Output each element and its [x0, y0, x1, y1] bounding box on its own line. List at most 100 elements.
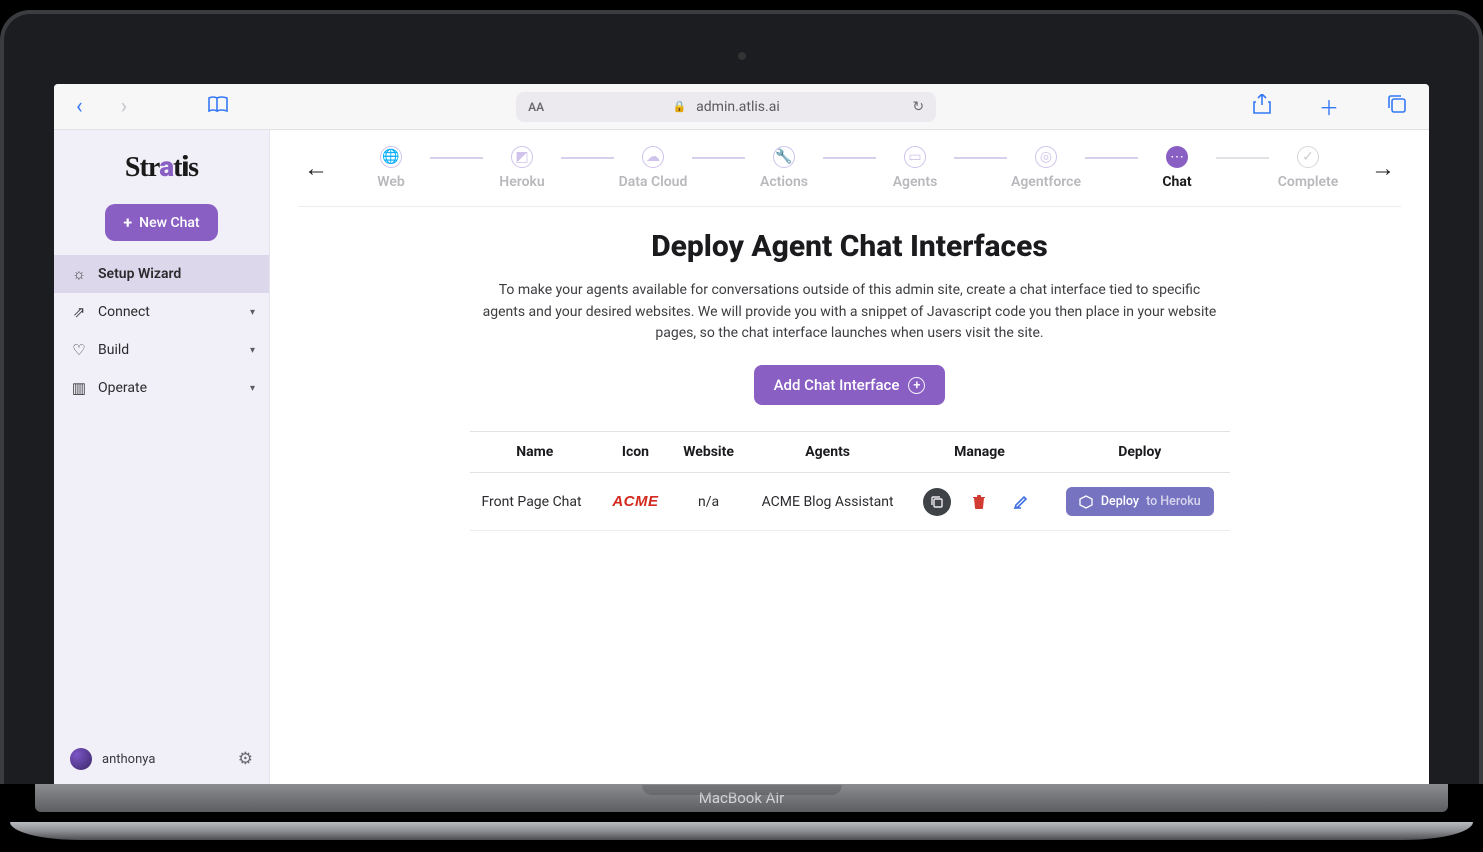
sidebar-item-label: Operate — [98, 380, 147, 396]
chevron-down-icon: ▾ — [250, 345, 255, 356]
laptop-frame: ‹ › AA 🔒 admin.atlis.ai ↻ — [0, 10, 1483, 840]
agentforce-icon: ◎ — [1035, 146, 1057, 168]
new-chat-button[interactable]: + New Chat — [105, 204, 217, 241]
cell-website: n/a — [671, 473, 747, 531]
brand-logo-text: Stratis — [125, 152, 198, 183]
step-connector — [954, 157, 1007, 159]
build-icon: ♡ — [70, 341, 88, 359]
screen: ‹ › AA 🔒 admin.atlis.ai ↻ — [54, 84, 1429, 784]
col-deploy: Deploy — [1050, 432, 1229, 473]
col-website: Website — [671, 432, 747, 473]
step-connector — [561, 157, 614, 159]
sidebar-toggle-icon[interactable] — [207, 94, 229, 119]
add-chat-interface-button[interactable]: Add Chat Interface + — [754, 365, 946, 405]
address-bar-wrap: AA 🔒 admin.atlis.ai ↻ — [259, 92, 1193, 122]
cloud-icon: ☁ — [642, 146, 664, 168]
sidebar-footer: anthonya ⚙ — [54, 734, 269, 784]
page-title: Deploy Agent Chat Interfaces — [358, 229, 1341, 264]
step-connector — [692, 157, 745, 159]
edit-button[interactable] — [1007, 488, 1035, 516]
table-row: Front Page Chat ACME n/a ACME Blog Assis… — [470, 473, 1230, 531]
chat-icon: ⋯ — [1166, 146, 1188, 168]
wizard-steps: 🌐 Web ◩ Heroku ☁ Data Cloud — [344, 146, 1355, 190]
cell-manage — [909, 473, 1050, 531]
chevron-down-icon: ▾ — [250, 307, 255, 318]
add-button-label: Add Chat Interface — [774, 376, 900, 394]
text-size-control[interactable]: AA — [528, 100, 544, 114]
copy-snippet-button[interactable] — [923, 488, 951, 516]
page-description: To make your agents available for conver… — [480, 280, 1220, 345]
wizard-icon: ☼ — [70, 265, 88, 283]
username: anthonya — [102, 752, 155, 767]
globe-icon: 🌐 — [380, 146, 402, 168]
deploy-to-heroku-button[interactable]: Deploy to Heroku — [1066, 487, 1214, 516]
page-content: Deploy Agent Chat Interfaces To make you… — [298, 207, 1401, 531]
url-text: admin.atlis.ai — [696, 99, 780, 115]
forward-button[interactable]: › — [121, 94, 128, 119]
heroku-logo-icon — [1079, 494, 1094, 509]
plus-circle-icon: + — [908, 377, 925, 394]
cell-deploy: Deploy to Heroku — [1050, 473, 1229, 531]
plus-icon: + — [123, 213, 132, 232]
sidebar-item-label: Build — [98, 342, 129, 358]
address-bar[interactable]: AA 🔒 admin.atlis.ai ↻ — [516, 92, 936, 122]
step-connector — [430, 157, 483, 159]
step-connector — [823, 157, 876, 159]
check-icon: ✓ — [1297, 146, 1319, 168]
sidebar-item-build[interactable]: ♡ Build ▾ — [54, 331, 269, 369]
step-datacloud[interactable]: ☁ Data Cloud — [618, 146, 688, 190]
col-manage: Manage — [909, 432, 1050, 473]
step-connector — [1216, 157, 1269, 159]
laptop-foot — [10, 822, 1473, 840]
reload-button[interactable]: ↻ — [912, 99, 924, 115]
step-agentforce[interactable]: ◎ Agentforce — [1011, 146, 1081, 190]
step-heroku[interactable]: ◩ Heroku — [487, 146, 557, 190]
heroku-icon: ◩ — [511, 146, 533, 168]
laptop-notch — [642, 785, 842, 795]
lock-icon: 🔒 — [672, 100, 686, 113]
screen-bezel: ‹ › AA 🔒 admin.atlis.ai ↻ — [0, 10, 1483, 784]
card-icon: ▭ — [904, 146, 926, 168]
cell-name: Front Page Chat — [470, 473, 601, 531]
tabs-button[interactable] — [1387, 94, 1407, 119]
col-icon: Icon — [600, 432, 671, 473]
sidebar-item-setup-wizard[interactable]: ☼ Setup Wizard — [54, 255, 269, 293]
chat-interfaces-table: Name Icon Website Agents Manage Deploy — [470, 431, 1230, 531]
user-avatar[interactable] — [70, 748, 92, 770]
step-actions[interactable]: 🔧 Actions — [749, 146, 819, 190]
operate-icon: ▥ — [70, 379, 88, 397]
sidebar: Stratis + New Chat ☼ Setup Wizard — [54, 130, 270, 784]
logo: Stratis — [54, 130, 269, 198]
step-agents[interactable]: ▭ Agents — [880, 146, 950, 190]
back-button[interactable]: ‹ — [76, 94, 83, 119]
app-shell: Stratis + New Chat ☼ Setup Wizard — [54, 130, 1429, 784]
sidebar-item-connect[interactable]: ⇗ Connect ▾ — [54, 293, 269, 331]
wizard-prev-button[interactable]: ← — [298, 154, 334, 183]
new-tab-button[interactable]: ＋ — [1319, 92, 1339, 121]
browser-actions: ＋ — [1253, 92, 1407, 121]
step-chat[interactable]: ⋯ Chat — [1142, 146, 1212, 190]
nav-arrows: ‹ › — [76, 94, 127, 119]
step-connector — [1085, 157, 1138, 159]
camera-dot — [738, 52, 746, 60]
wizard-stepper: ← 🌐 Web ◩ Heroku — [298, 130, 1401, 207]
table-header-row: Name Icon Website Agents Manage Deploy — [470, 432, 1230, 473]
sidebar-item-operate[interactable]: ▥ Operate ▾ — [54, 369, 269, 407]
step-complete[interactable]: ✓ Complete — [1273, 146, 1343, 190]
sidebar-item-label: Setup Wizard — [98, 266, 181, 282]
acme-logo: ACME — [612, 493, 658, 510]
cell-agents: ACME Blog Assistant — [746, 473, 909, 531]
connect-icon: ⇗ — [70, 303, 88, 321]
step-web[interactable]: 🌐 Web — [356, 146, 426, 190]
col-agents: Agents — [746, 432, 909, 473]
deploy-label: Deploy — [1101, 494, 1139, 509]
share-button[interactable] — [1253, 94, 1271, 119]
delete-button[interactable] — [965, 488, 993, 516]
sidebar-item-label: Connect — [98, 304, 150, 320]
sidebar-nav: ☼ Setup Wizard ⇗ Connect ▾ ♡ Build ▾ — [54, 255, 269, 407]
settings-button[interactable]: ⚙ — [238, 749, 253, 769]
wizard-next-button[interactable]: → — [1365, 154, 1401, 183]
main-panel: ← 🌐 Web ◩ Heroku — [270, 130, 1429, 784]
wrench-icon: 🔧 — [773, 146, 795, 168]
browser-toolbar: ‹ › AA 🔒 admin.atlis.ai ↻ — [54, 84, 1429, 130]
